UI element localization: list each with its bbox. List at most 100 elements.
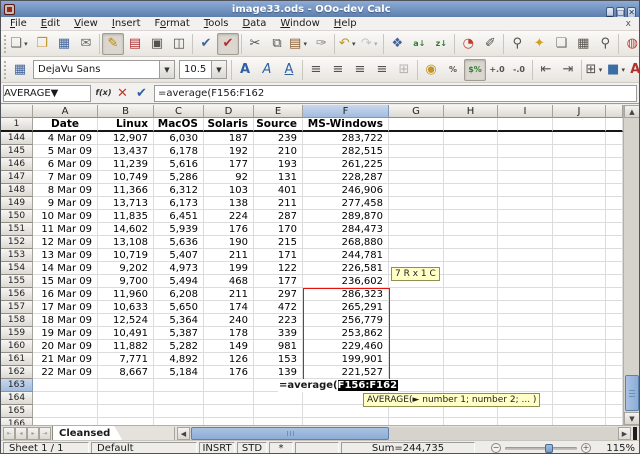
cell-A152[interactable]: 12 Mar 09 — [33, 236, 98, 249]
cell-H152[interactable] — [444, 236, 498, 249]
cell-J166[interactable] — [553, 418, 606, 425]
cell-G145[interactable] — [389, 145, 444, 158]
cell-G147[interactable] — [389, 171, 444, 184]
open-button[interactable]: ❐ — [31, 33, 53, 55]
cell-I146[interactable] — [498, 158, 553, 171]
redo-button[interactable]: ↷▾ — [359, 33, 381, 55]
col-header-i[interactable]: I — [498, 105, 553, 118]
row-header-152[interactable]: 152 — [1, 236, 33, 249]
percent-format-button[interactable]: % — [442, 59, 464, 81]
cell-G158[interactable] — [389, 314, 444, 327]
cell-D164[interactable] — [204, 392, 254, 405]
chevron-down-icon[interactable]: ▼ — [211, 61, 226, 78]
cell-C160[interactable]: 5,282 — [154, 340, 204, 353]
row-header-160[interactable]: 160 — [1, 340, 33, 353]
cell-A162[interactable]: 22 Mar 09 — [33, 366, 98, 379]
cell-K145[interactable] — [606, 145, 623, 158]
cell-K148[interactable] — [606, 184, 623, 197]
chevron-down-icon[interactable]: ▼ — [159, 61, 174, 78]
cell-G160[interactable] — [389, 340, 444, 353]
bold-button[interactable]: A — [234, 59, 256, 81]
cell-K150[interactable] — [606, 210, 623, 223]
cell-D1[interactable]: Solaris — [204, 118, 254, 132]
cell-C157[interactable]: 5,650 — [154, 301, 204, 314]
cell-E146[interactable]: 193 — [254, 158, 303, 171]
modified-flag-field[interactable]: * — [269, 442, 293, 454]
row-header-159[interactable]: 159 — [1, 327, 33, 340]
cell-D156[interactable]: 211 — [204, 288, 254, 301]
cell-I154[interactable] — [498, 262, 553, 275]
cell-C153[interactable]: 5,407 — [154, 249, 204, 262]
vertical-scroll-track[interactable] — [624, 118, 640, 412]
cell-E157[interactable]: 472 — [254, 301, 303, 314]
cell-C145[interactable]: 6,178 — [154, 145, 204, 158]
align-center-button[interactable]: ≡ — [327, 59, 349, 81]
cell-G153[interactable] — [389, 249, 444, 262]
cell-E161[interactable]: 153 — [254, 353, 303, 366]
cell-A151[interactable]: 11 Mar 09 — [33, 223, 98, 236]
row-header-148[interactable]: 148 — [1, 184, 33, 197]
cell-J148[interactable] — [553, 184, 606, 197]
cell-C147[interactable]: 5,286 — [154, 171, 204, 184]
row-header-144[interactable]: 144 — [1, 132, 33, 145]
cell-H1[interactable] — [444, 118, 498, 132]
cell-H157[interactable] — [444, 301, 498, 314]
cell-H145[interactable] — [444, 145, 498, 158]
cell-D147[interactable]: 92 — [204, 171, 254, 184]
cell-I157[interactable] — [498, 301, 553, 314]
paste-button[interactable]: ▤▾ — [288, 33, 310, 55]
gallery-button[interactable]: ❏ — [550, 33, 572, 55]
cell-H153[interactable] — [444, 249, 498, 262]
cell-J157[interactable] — [553, 301, 606, 314]
cell-J154[interactable] — [553, 262, 606, 275]
cell-C159[interactable]: 5,387 — [154, 327, 204, 340]
cell-F157[interactable]: 265,291 — [303, 301, 389, 314]
menu-format[interactable]: Format — [148, 17, 197, 30]
menu-data[interactable]: Data — [235, 17, 273, 30]
cell-K163[interactable] — [606, 379, 623, 392]
cell-K164[interactable] — [606, 392, 623, 405]
cell-B163[interactable] — [98, 379, 154, 392]
cell-E147[interactable]: 131 — [254, 171, 303, 184]
cell-E151[interactable]: 170 — [254, 223, 303, 236]
cell-E162[interactable]: 139 — [254, 366, 303, 379]
show-draw-functions-button[interactable]: ✐ — [479, 33, 501, 55]
col-header-b[interactable]: B — [98, 105, 154, 118]
cut-button[interactable]: ✂ — [244, 33, 266, 55]
cell-E1[interactable]: Source — [254, 118, 303, 132]
cell-B158[interactable]: 12,524 — [98, 314, 154, 327]
cell-E159[interactable]: 339 — [254, 327, 303, 340]
cancel-button[interactable]: ✕ — [113, 84, 132, 103]
last-sheet-button[interactable]: ⇥ — [39, 427, 51, 440]
cell-B1[interactable]: Linux — [98, 118, 154, 132]
cell-I159[interactable] — [498, 327, 553, 340]
row-header-150[interactable]: 150 — [1, 210, 33, 223]
maximize-button[interactable]: □ — [616, 7, 626, 18]
cell-D163[interactable] — [204, 379, 254, 392]
cell-H156[interactable] — [444, 288, 498, 301]
row-header-1[interactable]: 1 — [1, 118, 33, 132]
chevron-down-icon[interactable]: ▼ — [51, 88, 59, 99]
cell-C148[interactable]: 6,312 — [154, 184, 204, 197]
cell-J146[interactable] — [553, 158, 606, 171]
paste-dropdown[interactable]: ▾ — [301, 40, 309, 48]
styles-and-formatting-button[interactable]: ▦ — [9, 59, 31, 81]
cell-J164[interactable] — [553, 392, 606, 405]
menu-insert[interactable]: Insert — [105, 17, 148, 30]
decrease-indent-button[interactable]: ⇤ — [535, 59, 557, 81]
cell-I158[interactable] — [498, 314, 553, 327]
cell-G144[interactable] — [389, 132, 444, 145]
cell-D152[interactable]: 190 — [204, 236, 254, 249]
cell-B144[interactable]: 12,907 — [98, 132, 154, 145]
cell-A155[interactable]: 15 Mar 09 — [33, 275, 98, 288]
cell-J158[interactable] — [553, 314, 606, 327]
auto-spellcheck-button[interactable]: ✔ — [217, 33, 239, 55]
zoom-slider-thumb[interactable] — [545, 444, 553, 453]
cell-I149[interactable] — [498, 197, 553, 210]
cell-C149[interactable]: 6,173 — [154, 197, 204, 210]
cell-D157[interactable]: 174 — [204, 301, 254, 314]
cell-E153[interactable]: 171 — [254, 249, 303, 262]
cell-K157[interactable] — [606, 301, 623, 314]
cell-A149[interactable]: 9 Mar 09 — [33, 197, 98, 210]
row-header-165[interactable]: 165 — [1, 405, 33, 418]
